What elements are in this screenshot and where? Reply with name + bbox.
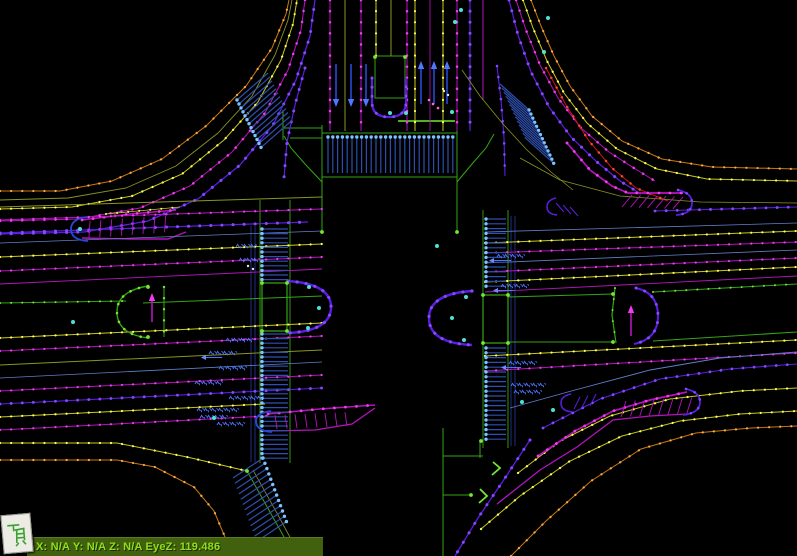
lane-lines[interactable]: [0, 0, 797, 556]
road-network-canvas[interactable]: [0, 0, 797, 556]
logo-glyph: [5, 520, 29, 548]
coordinate-readout: X: N/A Y: N/A Z: N/A EyeZ: 119.486: [36, 541, 220, 553]
crosswalk-hatches[interactable]: [89, 73, 692, 542]
app-logo[interactable]: [0, 513, 33, 554]
map-viewport[interactable]: X: N/A Y: N/A Z: N/A EyeZ: 119.486: [0, 0, 797, 556]
vertex-dots[interactable]: [71, 8, 615, 497]
status-bar: X: N/A Y: N/A Z: N/A EyeZ: 119.486: [27, 537, 323, 556]
turn-bay-caps[interactable]: [71, 78, 700, 432]
